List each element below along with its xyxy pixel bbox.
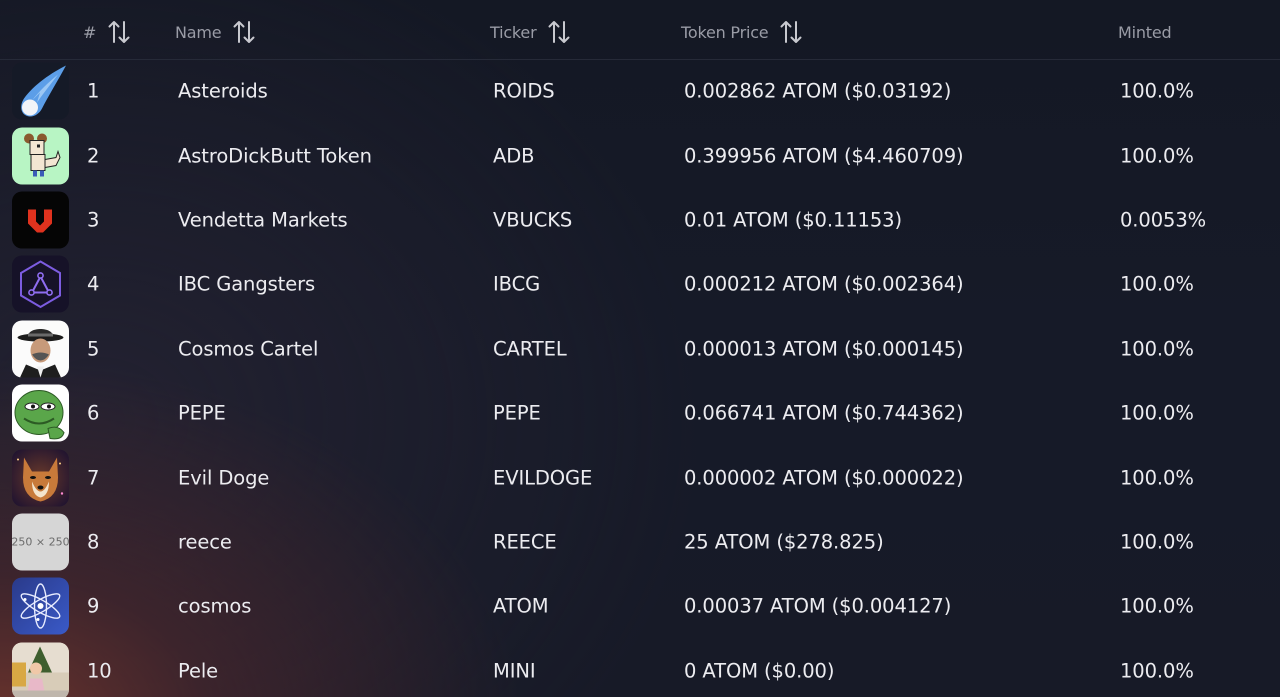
- header-ticker: Ticker: [490, 20, 572, 44]
- table-row[interactable]: 250 × 250 8 reece REECE 25 ATOM ($278.82…: [0, 510, 1280, 574]
- red-v-icon: [12, 191, 69, 249]
- token-ticker: ADB: [493, 144, 535, 168]
- token-name[interactable]: Evil Doge: [178, 466, 269, 489]
- token-ticker: EVILDOGE: [493, 466, 593, 490]
- token-ticker: VBUCKS: [493, 208, 573, 232]
- token-price: 0.00037 ATOM ($0.004127): [684, 594, 952, 618]
- sort-arrows-icon[interactable]: [231, 19, 257, 45]
- table-header: # Name Ticker Token Price Minted: [0, 0, 1280, 60]
- token-ticker: ROIDS: [493, 79, 555, 103]
- row-num: 9: [87, 594, 100, 618]
- token-name[interactable]: Asteroids: [178, 80, 268, 103]
- token-minted: 100.0%: [1120, 79, 1194, 103]
- tokens-table: # Name Ticker Token Price Minted 1 Aster…: [0, 0, 1280, 697]
- token-minted: 100.0%: [1120, 272, 1194, 296]
- token-name[interactable]: Cosmos Cartel: [178, 337, 318, 360]
- token-ticker: MINI: [493, 659, 536, 683]
- token-ticker: PEPE: [493, 401, 541, 425]
- placeholder-text: 250 × 250: [12, 535, 69, 548]
- table-row[interactable]: 6 PEPE PEPE 0.066741 ATOM ($0.744362) 10…: [0, 381, 1280, 445]
- sort-arrows-icon[interactable]: [106, 19, 132, 45]
- row-num: 2: [87, 144, 100, 168]
- token-price: 0.399956 ATOM ($4.460709): [684, 144, 964, 168]
- token-minted: 100.0%: [1120, 337, 1194, 361]
- table-row[interactable]: 7 Evil Doge EVILDOGE 0.000002 ATOM ($0.0…: [0, 445, 1280, 509]
- gangster-portrait-icon: [12, 320, 69, 378]
- token-price: 0.000212 ATOM ($0.002364): [684, 272, 964, 296]
- token-price: 0.002862 ATOM ($0.03192): [684, 79, 952, 103]
- header-num-label: #: [83, 22, 97, 42]
- table-row[interactable]: 1 Asteroids ROIDS 0.002862 ATOM ($0.0319…: [0, 59, 1280, 123]
- token-name[interactable]: reece: [178, 530, 232, 553]
- token-ticker: REECE: [493, 530, 557, 554]
- header-minted-label: Minted: [1118, 22, 1172, 42]
- token-minted: 0.0053%: [1120, 208, 1207, 232]
- header-minted: Minted: [1118, 20, 1172, 44]
- comet-icon: [12, 62, 69, 120]
- token-price: 25 ATOM ($278.825): [684, 530, 884, 554]
- token-minted: 100.0%: [1120, 659, 1194, 683]
- doge-portrait-icon: [12, 449, 69, 507]
- table-row[interactable]: 5 Cosmos Cartel CARTEL 0.000013 ATOM ($0…: [0, 317, 1280, 381]
- token-price: 0 ATOM ($0.00): [684, 659, 835, 683]
- token-price: 0.000002 ATOM ($0.000022): [684, 466, 964, 490]
- table-row[interactable]: 4 IBC Gangsters IBCG 0.000212 ATOM ($0.0…: [0, 252, 1280, 316]
- row-num: 7: [87, 466, 100, 490]
- placeholder-image-icon: 250 × 250: [12, 513, 69, 571]
- token-name[interactable]: Pele: [178, 659, 218, 682]
- row-num: 4: [87, 272, 100, 296]
- header-name: Name: [175, 20, 257, 44]
- header-name-label: Name: [175, 22, 222, 42]
- row-num: 10: [87, 659, 112, 683]
- token-price: 0.01 ATOM ($0.11153): [684, 208, 902, 232]
- table-row[interactable]: 2 AstroDickButt Token ADB 0.399956 ATOM …: [0, 123, 1280, 187]
- header-num: #: [83, 20, 132, 44]
- token-name[interactable]: Vendetta Markets: [178, 208, 348, 231]
- table-row[interactable]: 10 Pele MINI 0 ATOM ($0.00) 100.0%: [0, 639, 1280, 697]
- token-minted: 100.0%: [1120, 144, 1194, 168]
- token-price: 0.000013 ATOM ($0.000145): [684, 337, 964, 361]
- token-ticker: CARTEL: [493, 337, 567, 361]
- table-row[interactable]: 9 cosmos ATOM 0.00037 ATOM ($0.004127) 1…: [0, 574, 1280, 638]
- token-minted: 100.0%: [1120, 530, 1194, 554]
- row-num: 5: [87, 337, 100, 361]
- token-name[interactable]: PEPE: [178, 402, 226, 425]
- row-num: 1: [87, 79, 100, 103]
- row-num: 3: [87, 208, 100, 232]
- cosmos-atom-icon: [12, 577, 69, 635]
- token-ticker: IBCG: [493, 272, 541, 296]
- header-ticker-label: Ticker: [490, 22, 537, 42]
- photo-child-icon: [12, 642, 69, 697]
- header-price-label: Token Price: [681, 22, 769, 42]
- token-price: 0.066741 ATOM ($0.744362): [684, 401, 964, 425]
- row-num: 6: [87, 401, 100, 425]
- hexagon-triangle-icon: [12, 255, 69, 313]
- token-minted: 100.0%: [1120, 466, 1194, 490]
- token-name[interactable]: AstroDickButt Token: [178, 144, 372, 167]
- token-ticker: ATOM: [493, 594, 549, 618]
- sort-arrows-icon[interactable]: [778, 19, 804, 45]
- token-name[interactable]: IBC Gangsters: [178, 273, 315, 296]
- token-name[interactable]: cosmos: [178, 595, 251, 618]
- table-row[interactable]: 3 Vendetta Markets VBUCKS 0.01 ATOM ($0.…: [0, 188, 1280, 252]
- pixel-dog-icon: [12, 127, 69, 185]
- row-num: 8: [87, 530, 100, 554]
- token-minted: 100.0%: [1120, 401, 1194, 425]
- pepe-frog-icon: [12, 384, 69, 442]
- header-price: Token Price: [681, 20, 804, 44]
- sort-arrows-icon[interactable]: [546, 19, 572, 45]
- token-minted: 100.0%: [1120, 594, 1194, 618]
